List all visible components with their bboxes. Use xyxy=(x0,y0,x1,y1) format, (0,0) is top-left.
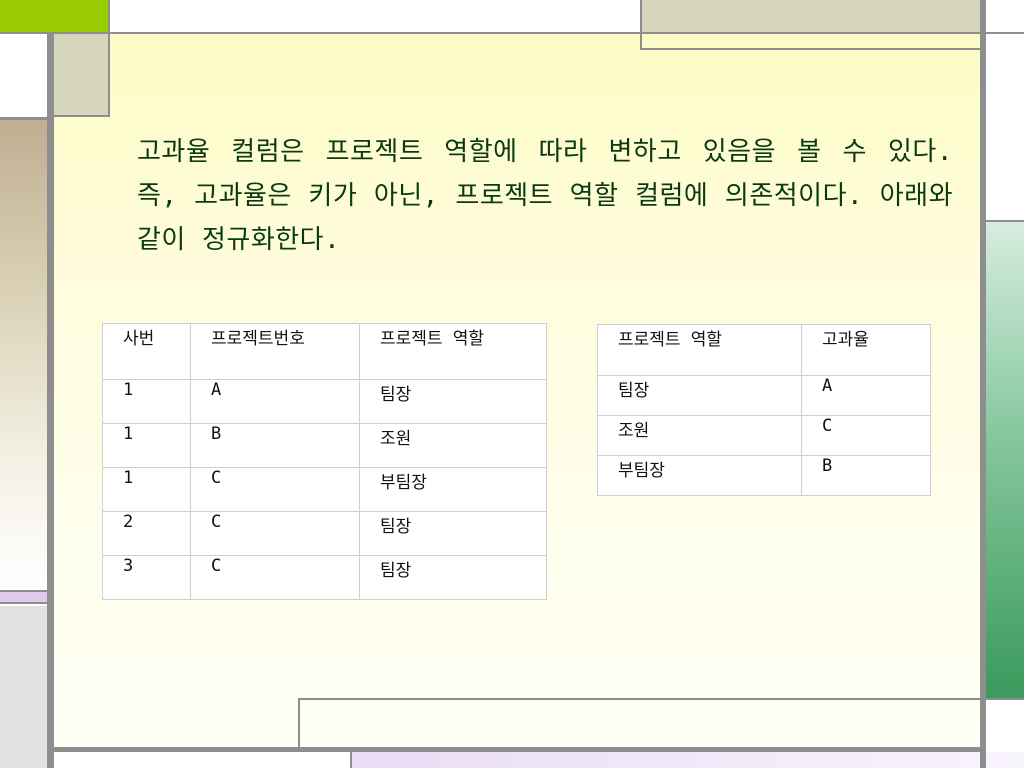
frame-bar-vertical-left xyxy=(47,34,54,768)
table-cell: 1 xyxy=(102,379,191,424)
decor-grey-block xyxy=(0,606,47,768)
table-cell: 조원 xyxy=(359,423,547,468)
frame-bar-horizontal-bottom xyxy=(54,747,980,752)
table-row: 팀장 A xyxy=(597,375,931,416)
frame-bar-left-divider xyxy=(0,117,47,120)
decor-green-block xyxy=(0,0,110,32)
header-cell: 프로젝트번호 xyxy=(190,323,360,380)
decor-khaki-block xyxy=(54,34,110,117)
table-header-row: 프로젝트 역할 고과율 xyxy=(597,324,931,376)
table-cell: 2 xyxy=(102,511,191,556)
decor-bottom-white-strip xyxy=(54,752,350,768)
table-cell: 1 xyxy=(102,467,191,512)
table-cell: 3 xyxy=(102,555,191,600)
header-cell: 프로젝트 역할 xyxy=(359,323,547,380)
role-rating-table: 프로젝트 역할 고과율 팀장 A 조원 C 부팀장 B xyxy=(597,324,931,496)
table-cell: 팀장 xyxy=(359,555,547,600)
frame-bar-horizontal-top xyxy=(0,32,1024,34)
frame-bar-right-divider-bottom xyxy=(986,698,1024,700)
decor-outline-block xyxy=(640,34,980,50)
table-header-row: 사번 프로젝트번호 프로젝트 역할 xyxy=(102,323,547,380)
table-row: 1 C 부팀장 xyxy=(102,467,547,512)
decor-white-block xyxy=(0,34,47,117)
table-row: 조원 C xyxy=(597,415,931,456)
table-cell: 부팀장 xyxy=(597,455,802,496)
table-row: 1 A 팀장 xyxy=(102,379,547,424)
employee-project-table: 사번 프로젝트번호 프로젝트 역할 1 A 팀장 1 B 조원 1 C 부팀장 … xyxy=(102,323,547,600)
table-cell: 팀장 xyxy=(359,379,547,424)
table-row: 부팀장 B xyxy=(597,455,931,496)
table-cell: 1 xyxy=(102,423,191,468)
decor-green-gradient-block xyxy=(986,222,1024,698)
frame-bar-top-divider xyxy=(108,0,110,32)
table-cell: B xyxy=(801,455,931,496)
decor-tan-gradient-block xyxy=(0,120,47,590)
table-cell: B xyxy=(190,423,360,468)
table-cell: A xyxy=(190,379,360,424)
header-cell: 사번 xyxy=(102,323,191,380)
slide-paragraph: 고과율 컬럼은 프로젝트 역할에 따라 변하고 있음을 볼 수 있다. 즉, 고… xyxy=(137,137,953,255)
frame-bar-vertical-right xyxy=(980,0,986,768)
table-row: 1 B 조원 xyxy=(102,423,547,468)
table-cell: 팀장 xyxy=(597,375,802,416)
table-row: 2 C 팀장 xyxy=(102,511,547,556)
table-cell: 부팀장 xyxy=(359,467,547,512)
table-cell: 조원 xyxy=(597,415,802,456)
table-cell: C xyxy=(190,511,360,556)
table-cell: A xyxy=(801,375,931,416)
table-row: 3 C 팀장 xyxy=(102,555,547,600)
decor-bottom-lavender-strip xyxy=(350,752,1024,768)
header-cell: 프로젝트 역할 xyxy=(597,324,802,376)
table-cell: C xyxy=(801,415,931,456)
decor-bottom-outline-block xyxy=(298,698,980,750)
frame-bar-right-divider xyxy=(986,220,1024,222)
header-cell: 고과율 xyxy=(801,324,931,376)
decor-lavender-block xyxy=(0,590,47,604)
table-cell: 팀장 xyxy=(359,511,547,556)
decor-khaki-top-block xyxy=(640,0,980,34)
table-cell: C xyxy=(190,467,360,512)
table-cell: C xyxy=(190,555,360,600)
